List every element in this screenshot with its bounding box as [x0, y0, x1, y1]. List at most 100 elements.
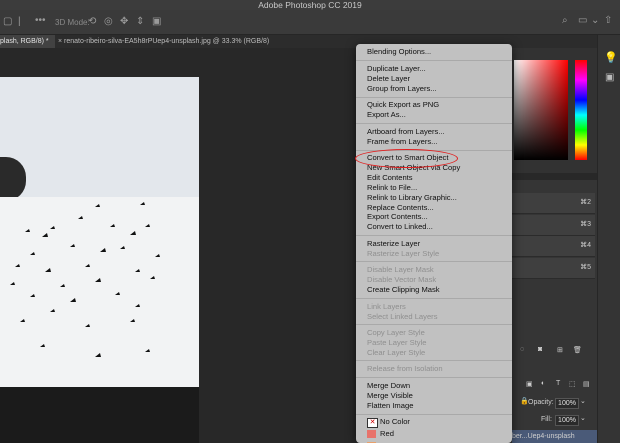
menu-item-merge-visible[interactable]: Merge Visible — [367, 391, 413, 401]
menu-item-no-color[interactable]: No Color — [380, 417, 410, 427]
menu-item-blending-options[interactable]: Blending Options... — [367, 47, 431, 57]
menu-separator — [356, 60, 512, 61]
fill-dropdown-icon[interactable]: ⌄ — [580, 414, 586, 422]
channel-row[interactable]: ⌘4 — [512, 236, 595, 257]
tab-label: plash, RGB/8) * — [0, 38, 49, 45]
fill-label: Fill: — [541, 416, 552, 423]
menu-separator — [356, 324, 512, 325]
menu-item-rasterize-layer[interactable]: Rasterize Layer — [367, 239, 420, 249]
tab-close-icon[interactable]: × — [58, 38, 62, 45]
learn-icon[interactable]: 💡 — [604, 51, 618, 64]
more-options-icon[interactable]: ••• — [35, 16, 46, 26]
workspace-dropdown-icon[interactable]: ⌄ — [591, 16, 599, 26]
birds-illustration — [10, 202, 160, 357]
menu-item-disable-vector-mask: Disable Vector Mask — [367, 275, 437, 284]
layer-row-selected[interactable]: ber...Uep4-unsplash — [512, 430, 597, 443]
menu-item-quick-export-png[interactable]: Quick Export as PNG — [367, 100, 439, 110]
menu-item-create-clipping-mask[interactable]: Create Clipping Mask — [367, 285, 440, 295]
delete-channel-icon[interactable]: 🗑 — [573, 346, 582, 354]
channel-row[interactable]: ⌘5 — [512, 258, 595, 279]
menu-separator — [356, 261, 512, 262]
3d-pan-icon[interactable]: ✥ — [120, 17, 128, 27]
menu-item-paste-layer-style: Paste Layer Style — [367, 338, 427, 347]
red-swatch-icon — [367, 430, 376, 438]
menu-separator — [356, 377, 512, 378]
filter-shape-icon[interactable]: ⬚ — [569, 380, 576, 388]
3d-roll-icon[interactable]: ◎ — [104, 17, 113, 27]
no-color-swatch-icon: ✕ — [367, 418, 378, 428]
menu-item-group-from-layers[interactable]: Group from Layers... — [367, 84, 437, 94]
menu-separator — [356, 360, 512, 361]
menu-item-delete-layer[interactable]: Delete Layer — [367, 74, 410, 84]
hue-slider[interactable] — [575, 60, 587, 160]
3d-slide-icon[interactable]: ⇕ — [136, 17, 144, 27]
3d-camera-icon[interactable]: ▣ — [152, 17, 161, 27]
tab-label: renato-ribeiro-silva-EA5h8rPUep4-unsplas… — [64, 38, 270, 45]
checkbox-icon[interactable]: ▢ — [3, 17, 12, 27]
opacity-label: Opacity: — [528, 399, 554, 406]
app-title: Adobe Photoshop CC 2019 — [258, 0, 362, 10]
menu-item-relink-to-library-graphic[interactable]: Relink to Library Graphic... — [367, 193, 457, 203]
color-picker-field[interactable] — [514, 60, 568, 160]
menu-separator — [356, 235, 512, 236]
channel-shortcut: ⌘4 — [580, 242, 591, 249]
menu-item-clear-layer-style: Clear Layer Style — [367, 348, 426, 357]
title-bar: Adobe Photoshop CC 2019 — [0, 0, 620, 10]
channel-shortcut: ⌘5 — [580, 264, 591, 271]
menu-item-release-from-isolation: Release from Isolation — [367, 364, 443, 373]
libraries-icon[interactable]: ▣ — [605, 72, 614, 83]
menu-item-export-as[interactable]: Export As... — [367, 110, 406, 120]
menu-item-duplicate-layer[interactable]: Duplicate Layer... — [367, 64, 426, 74]
filter-adjustment-icon[interactable]: ◐ — [541, 380, 545, 387]
highlight-ellipse — [355, 149, 458, 168]
context-menu: Blending Options... Duplicate Layer... D… — [356, 44, 512, 443]
channel-row[interactable]: ⌘3 — [512, 215, 595, 236]
opacity-input[interactable]: 100% — [555, 398, 579, 409]
channel-shortcut: ⌘2 — [580, 199, 591, 206]
workspace-icon[interactable]: ▭ — [578, 16, 587, 26]
menu-separator — [356, 123, 512, 124]
3d-mode-label: 3D Mode: — [55, 18, 90, 27]
save-selection-icon[interactable]: ◙ — [538, 346, 542, 353]
opacity-dropdown-icon[interactable]: ⌄ — [580, 397, 586, 405]
menu-item-link-layers: Link Layers — [367, 302, 406, 311]
photo-subject-body — [0, 387, 199, 443]
menu-separator — [356, 97, 512, 98]
menu-item-disable-layer-mask: Disable Layer Mask — [367, 265, 434, 274]
photo-subject-head — [0, 157, 26, 201]
channel-row[interactable]: ⌘2 — [512, 193, 595, 214]
filter-smart-icon[interactable]: ▤ — [583, 380, 590, 388]
share-icon[interactable]: ⇧ — [604, 16, 612, 26]
menu-item-frame-from-layers[interactable]: Frame from Layers... — [367, 137, 437, 147]
new-channel-icon[interactable]: ⊞ — [557, 346, 563, 354]
menu-item-copy-layer-style: Copy Layer Style — [367, 328, 425, 337]
3d-orbit-icon[interactable]: ⟲ — [88, 17, 96, 27]
menu-item-artboard-from-layers[interactable]: Artboard from Layers... — [367, 127, 445, 137]
document-tabs: plash, RGB/8) * × renato-ribeiro-silva-E… — [0, 35, 620, 48]
tab-document-2[interactable]: × renato-ribeiro-silva-EA5h8rPUep4-unspl… — [58, 35, 269, 48]
search-icon[interactable]: ⌕ — [562, 16, 568, 26]
divider-icon: | — [18, 16, 21, 27]
tab-document-1[interactable]: plash, RGB/8) * — [0, 35, 55, 48]
filter-type-icon[interactable]: T — [556, 380, 560, 387]
menu-item-convert-to-linked[interactable]: Convert to Linked... — [367, 222, 433, 232]
menu-item-red[interactable]: Red — [380, 429, 394, 439]
photo-card — [0, 197, 199, 387]
channel-shortcut: ⌘3 — [580, 221, 591, 228]
menu-separator — [356, 298, 512, 299]
fill-input[interactable]: 100% — [555, 415, 579, 426]
menu-separator — [356, 414, 512, 415]
menu-item-flatten-image[interactable]: Flatten Image — [367, 401, 413, 411]
options-bar: ▢ | ••• 3D Mode: ⟲ ◎ ✥ ⇕ ▣ ⌕ ▭ ⌄ ⇧ — [0, 10, 620, 35]
filter-pixel-icon[interactable]: ▣ — [526, 380, 533, 388]
menu-item-select-linked-layers: Select Linked Layers — [367, 312, 438, 321]
menu-item-export-contents[interactable]: Export Contents... — [367, 212, 428, 222]
channel-dotted-circle-icon[interactable]: ◌ — [520, 346, 524, 353]
right-panel-strip: 💡 ▣ — [597, 35, 620, 443]
menu-item-edit-contents[interactable]: Edit Contents — [367, 173, 413, 183]
menu-item-merge-down[interactable]: Merge Down — [367, 381, 410, 391]
menu-item-rasterize-layer-style: Rasterize Layer Style — [367, 249, 440, 258]
document-image[interactable] — [0, 77, 199, 443]
layer-name: ber...Uep4-unsplash — [512, 433, 575, 440]
menu-item-relink-to-file[interactable]: Relink to File... — [367, 183, 417, 193]
